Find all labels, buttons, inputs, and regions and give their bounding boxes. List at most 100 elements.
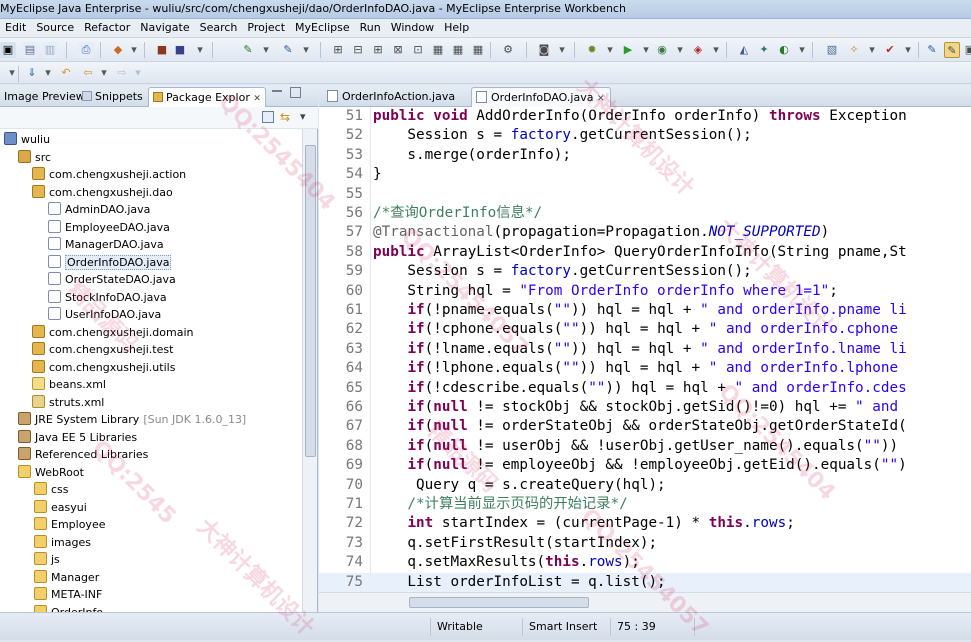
open-type-icon[interactable]: ⊞ bbox=[330, 42, 346, 58]
tree-item[interactable]: easyui bbox=[34, 499, 87, 516]
tree-item[interactable]: js bbox=[34, 551, 60, 568]
forward-icon[interactable]: ⇨ bbox=[114, 65, 130, 81]
scroll-thumb[interactable] bbox=[305, 145, 316, 457]
show-whitespace-icon[interactable]: ▣ bbox=[962, 42, 971, 58]
tree-item[interactable]: com.chengxusheji.utils bbox=[32, 359, 175, 376]
code-line[interactable]: 66 if(null != stockObj && stockObj.getSi… bbox=[319, 398, 971, 417]
dropdown-icon[interactable]: ▾ bbox=[96, 65, 112, 81]
tree-item[interactable]: AdminDAO.java bbox=[48, 201, 150, 218]
minimize-icon[interactable] bbox=[272, 90, 282, 92]
tree-item[interactable]: UserInfoDAO.java bbox=[48, 306, 161, 323]
grid-icon[interactable]: ⊠ bbox=[390, 42, 406, 58]
code-line[interactable]: 75 List orderInfoList = q.list(); bbox=[319, 572, 971, 592]
task-icon[interactable]: ✔ bbox=[882, 42, 898, 58]
tab-orderinfoaction[interactable]: OrderInfoAction.java bbox=[323, 87, 459, 107]
code-line[interactable]: 55 bbox=[319, 185, 971, 204]
tree-item[interactable]: com.chengxusheji.action bbox=[32, 166, 186, 183]
code-line[interactable]: 70 Query q = s.createQuery(hql); bbox=[319, 476, 971, 495]
menu-item-navigate[interactable]: Navigate bbox=[135, 19, 194, 34]
pin-icon[interactable]: ✎ bbox=[924, 42, 940, 58]
new-package-icon[interactable]: ✦ bbox=[756, 42, 772, 58]
print-icon[interactable]: ⎙ bbox=[78, 42, 94, 58]
server-icon[interactable]: ■ bbox=[154, 42, 170, 58]
menu-item-search[interactable]: Search bbox=[195, 19, 243, 34]
tree-item[interactable]: Employee bbox=[34, 516, 105, 533]
next-annotation-icon[interactable]: ⇓ bbox=[24, 65, 40, 81]
menu-item-edit[interactable]: Edit bbox=[0, 19, 31, 34]
tree-item[interactable]: src bbox=[18, 149, 51, 166]
dropdown-icon[interactable]: ▾ bbox=[900, 42, 916, 58]
tree-item[interactable]: beans.xml bbox=[32, 376, 106, 393]
back-icon[interactable]: ⇦ bbox=[80, 65, 96, 81]
collapse-all-icon[interactable] bbox=[262, 111, 274, 123]
code-line[interactable]: 73 q.setFirstResult(startIndex); bbox=[319, 534, 971, 553]
code-line[interactable]: 58 public ArrayList<OrderInfo> QueryOrder… bbox=[319, 243, 971, 262]
tree-item[interactable]: images bbox=[34, 534, 91, 551]
code-line[interactable]: 71 /*计算当前显示页码的开始记录*/ bbox=[319, 495, 971, 514]
new-icon[interactable]: ▣ bbox=[0, 42, 16, 58]
tree-item[interactable]: wuliu bbox=[4, 131, 50, 148]
menu-item-run[interactable]: Run bbox=[355, 19, 386, 34]
menu-item-myeclipse[interactable]: MyEclipse bbox=[290, 19, 355, 34]
dropdown-icon[interactable]: ▾ bbox=[708, 42, 724, 58]
tree-item[interactable]: com.chengxusheji.dao bbox=[32, 184, 173, 201]
external-tools-icon[interactable]: ◈ bbox=[690, 42, 706, 58]
code-line[interactable]: 53 s.merge(orderInfo); bbox=[319, 146, 971, 165]
editor-horizontal-scrollbar[interactable] bbox=[319, 592, 971, 612]
dropdown-icon[interactable]: ▾ bbox=[864, 42, 880, 58]
code-line[interactable]: 74 q.setMaxResults(this.rows); bbox=[319, 553, 971, 572]
code-line[interactable]: 60 String hql = "From OrderInfo orderInf… bbox=[319, 282, 971, 301]
save-all-icon[interactable]: ▥ bbox=[42, 42, 58, 58]
wizard-icon[interactable]: ✎ bbox=[240, 42, 256, 58]
link-with-editor-icon[interactable]: ⇆ bbox=[280, 111, 294, 123]
last-edit-location-icon[interactable]: ↶ bbox=[58, 65, 74, 81]
dropdown-icon[interactable]: ▾ bbox=[672, 42, 688, 58]
dropdown-icon[interactable]: ▾ bbox=[602, 42, 618, 58]
run-icon[interactable]: ▶ bbox=[620, 42, 636, 58]
code-area[interactable]: 51 public void AddOrderInfo(OrderInfo ord… bbox=[319, 107, 971, 592]
code-line[interactable]: 56 /*查询OrderInfo信息*/ bbox=[319, 204, 971, 223]
tree-item[interactable]: META-INF bbox=[34, 586, 102, 603]
layout-icon[interactable]: ▦ bbox=[470, 42, 486, 58]
new-class-icon[interactable]: ◐ bbox=[776, 42, 792, 58]
tree-item[interactable]: OrderInfo bbox=[34, 604, 103, 612]
new-java-project-icon[interactable]: ◭ bbox=[736, 42, 752, 58]
tree-item[interactable]: css bbox=[34, 481, 69, 498]
code-line[interactable]: 54} bbox=[319, 165, 971, 184]
tab-image-preview[interactable]: Image Preview bbox=[0, 87, 89, 107]
tree-item[interactable]: struts.xml bbox=[32, 394, 104, 411]
layout-icon[interactable]: ▦ bbox=[450, 42, 466, 58]
code-line[interactable]: 59 Session s = factory.getCurrentSession… bbox=[319, 262, 971, 281]
tree-item[interactable]: Referenced Libraries bbox=[18, 446, 148, 463]
tree-item[interactable]: WebRoot bbox=[18, 464, 84, 481]
maximize-icon[interactable] bbox=[290, 87, 301, 98]
tree-item[interactable]: ManagerDAO.java bbox=[48, 236, 164, 253]
dropdown-icon[interactable]: ▾ bbox=[258, 42, 274, 58]
menu-item-help[interactable]: Help bbox=[439, 19, 474, 34]
tree-item[interactable]: OrderStateDAO.java bbox=[48, 271, 176, 288]
code-line[interactable]: 52 Session s = factory.getCurrentSession… bbox=[319, 126, 971, 145]
menu-item-source[interactable]: Source bbox=[31, 19, 79, 34]
new-class-icon[interactable]: ✎ bbox=[280, 42, 296, 58]
server-stop-icon[interactable]: ■ bbox=[172, 42, 188, 58]
open-type-icon[interactable]: ▧ bbox=[824, 42, 840, 58]
tree-item[interactable]: Manager bbox=[34, 569, 99, 586]
dropdown-icon[interactable]: ▾ bbox=[298, 42, 314, 58]
code-line[interactable]: 51 public void AddOrderInfo(OrderInfo ord… bbox=[319, 107, 971, 126]
code-line[interactable]: 64 if(!lphone.equals("")) hql = hql + " … bbox=[319, 359, 971, 378]
dropdown-icon[interactable]: ▾ bbox=[638, 42, 654, 58]
close-icon[interactable]: ✕ bbox=[597, 94, 605, 104]
gear-icon[interactable]: ⚙ bbox=[500, 42, 516, 58]
dropdown-icon[interactable]: ▾ bbox=[554, 42, 570, 58]
code-line[interactable]: 68 if(null != userObj && !userObj.getUse… bbox=[319, 437, 971, 456]
code-line[interactable]: 57 @Transactional(propagation=Propagation… bbox=[319, 223, 971, 242]
menu-item-window[interactable]: Window bbox=[386, 19, 439, 34]
dropdown-icon[interactable]: ▾ bbox=[130, 65, 146, 81]
tree-item[interactable]: com.chengxusheji.domain bbox=[32, 324, 194, 341]
dropdown-icon[interactable]: ▾ bbox=[40, 65, 56, 81]
debug-icon[interactable]: ✹ bbox=[584, 42, 600, 58]
tab-package-explorer[interactable]: Package Explor ✕ bbox=[148, 87, 266, 107]
search-icon[interactable]: ✧ bbox=[846, 42, 862, 58]
dropdown-icon[interactable]: ▾ bbox=[192, 42, 208, 58]
run-external-icon[interactable]: ◉ bbox=[654, 42, 670, 58]
